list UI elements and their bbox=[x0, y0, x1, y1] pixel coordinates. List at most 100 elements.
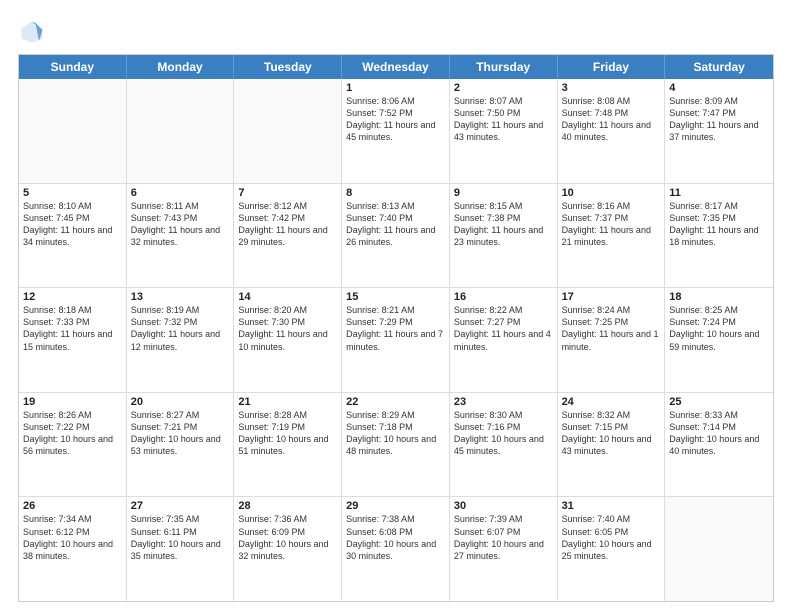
day-number: 12 bbox=[23, 291, 122, 303]
day-number: 31 bbox=[562, 500, 661, 512]
day-number: 13 bbox=[131, 291, 230, 303]
calendar-cell-8: 8Sunrise: 8:13 AM Sunset: 7:40 PM Daylig… bbox=[342, 184, 450, 288]
cell-info: Sunrise: 7:34 AM Sunset: 6:12 PM Dayligh… bbox=[23, 513, 122, 562]
calendar-cell-24: 24Sunrise: 8:32 AM Sunset: 7:15 PM Dayli… bbox=[558, 393, 666, 497]
calendar-cell-13: 13Sunrise: 8:19 AM Sunset: 7:32 PM Dayli… bbox=[127, 288, 235, 392]
day-number: 3 bbox=[562, 82, 661, 94]
calendar-cell-11: 11Sunrise: 8:17 AM Sunset: 7:35 PM Dayli… bbox=[665, 184, 773, 288]
cell-info: Sunrise: 8:18 AM Sunset: 7:33 PM Dayligh… bbox=[23, 304, 122, 353]
day-number: 20 bbox=[131, 396, 230, 408]
calendar-cell-9: 9Sunrise: 8:15 AM Sunset: 7:38 PM Daylig… bbox=[450, 184, 558, 288]
cell-info: Sunrise: 8:27 AM Sunset: 7:21 PM Dayligh… bbox=[131, 409, 230, 458]
calendar-cell-28: 28Sunrise: 7:36 AM Sunset: 6:09 PM Dayli… bbox=[234, 497, 342, 601]
cell-info: Sunrise: 8:29 AM Sunset: 7:18 PM Dayligh… bbox=[346, 409, 445, 458]
cell-info: Sunrise: 8:19 AM Sunset: 7:32 PM Dayligh… bbox=[131, 304, 230, 353]
calendar-cell-22: 22Sunrise: 8:29 AM Sunset: 7:18 PM Dayli… bbox=[342, 393, 450, 497]
day-number: 16 bbox=[454, 291, 553, 303]
cell-info: Sunrise: 8:28 AM Sunset: 7:19 PM Dayligh… bbox=[238, 409, 337, 458]
day-number: 4 bbox=[669, 82, 769, 94]
calendar-cell-27: 27Sunrise: 7:35 AM Sunset: 6:11 PM Dayli… bbox=[127, 497, 235, 601]
cell-info: Sunrise: 8:07 AM Sunset: 7:50 PM Dayligh… bbox=[454, 95, 553, 144]
day-number: 10 bbox=[562, 187, 661, 199]
cell-info: Sunrise: 8:10 AM Sunset: 7:45 PM Dayligh… bbox=[23, 200, 122, 249]
calendar-cell-3: 3Sunrise: 8:08 AM Sunset: 7:48 PM Daylig… bbox=[558, 79, 666, 183]
calendar-cell-2: 2Sunrise: 8:07 AM Sunset: 7:50 PM Daylig… bbox=[450, 79, 558, 183]
cell-info: Sunrise: 8:12 AM Sunset: 7:42 PM Dayligh… bbox=[238, 200, 337, 249]
header bbox=[18, 18, 774, 46]
day-number: 18 bbox=[669, 291, 769, 303]
cell-info: Sunrise: 7:35 AM Sunset: 6:11 PM Dayligh… bbox=[131, 513, 230, 562]
day-number: 30 bbox=[454, 500, 553, 512]
calendar-cell-25: 25Sunrise: 8:33 AM Sunset: 7:14 PM Dayli… bbox=[665, 393, 773, 497]
cell-info: Sunrise: 8:25 AM Sunset: 7:24 PM Dayligh… bbox=[669, 304, 769, 353]
calendar-cell-31: 31Sunrise: 7:40 AM Sunset: 6:05 PM Dayli… bbox=[558, 497, 666, 601]
day-number: 5 bbox=[23, 187, 122, 199]
calendar-cell-empty-0-1 bbox=[127, 79, 235, 183]
day-number: 25 bbox=[669, 396, 769, 408]
logo-icon bbox=[18, 18, 46, 46]
day-number: 9 bbox=[454, 187, 553, 199]
day-number: 29 bbox=[346, 500, 445, 512]
calendar-header: SundayMondayTuesdayWednesdayThursdayFrid… bbox=[19, 55, 773, 79]
day-number: 24 bbox=[562, 396, 661, 408]
day-number: 21 bbox=[238, 396, 337, 408]
cell-info: Sunrise: 8:24 AM Sunset: 7:25 PM Dayligh… bbox=[562, 304, 661, 353]
cell-info: Sunrise: 8:20 AM Sunset: 7:30 PM Dayligh… bbox=[238, 304, 337, 353]
calendar-cell-20: 20Sunrise: 8:27 AM Sunset: 7:21 PM Dayli… bbox=[127, 393, 235, 497]
cell-info: Sunrise: 8:32 AM Sunset: 7:15 PM Dayligh… bbox=[562, 409, 661, 458]
calendar-row-1: 5Sunrise: 8:10 AM Sunset: 7:45 PM Daylig… bbox=[19, 184, 773, 289]
calendar-row-3: 19Sunrise: 8:26 AM Sunset: 7:22 PM Dayli… bbox=[19, 393, 773, 498]
weekday-header-thursday: Thursday bbox=[450, 55, 558, 79]
cell-info: Sunrise: 7:36 AM Sunset: 6:09 PM Dayligh… bbox=[238, 513, 337, 562]
calendar-cell-29: 29Sunrise: 7:38 AM Sunset: 6:08 PM Dayli… bbox=[342, 497, 450, 601]
calendar-row-4: 26Sunrise: 7:34 AM Sunset: 6:12 PM Dayli… bbox=[19, 497, 773, 601]
calendar-cell-26: 26Sunrise: 7:34 AM Sunset: 6:12 PM Dayli… bbox=[19, 497, 127, 601]
calendar-row-0: 1Sunrise: 8:06 AM Sunset: 7:52 PM Daylig… bbox=[19, 79, 773, 184]
weekday-header-tuesday: Tuesday bbox=[234, 55, 342, 79]
calendar-cell-15: 15Sunrise: 8:21 AM Sunset: 7:29 PM Dayli… bbox=[342, 288, 450, 392]
cell-info: Sunrise: 7:38 AM Sunset: 6:08 PM Dayligh… bbox=[346, 513, 445, 562]
cell-info: Sunrise: 8:16 AM Sunset: 7:37 PM Dayligh… bbox=[562, 200, 661, 249]
calendar-cell-16: 16Sunrise: 8:22 AM Sunset: 7:27 PM Dayli… bbox=[450, 288, 558, 392]
logo bbox=[18, 18, 50, 46]
cell-info: Sunrise: 8:26 AM Sunset: 7:22 PM Dayligh… bbox=[23, 409, 122, 458]
cell-info: Sunrise: 8:33 AM Sunset: 7:14 PM Dayligh… bbox=[669, 409, 769, 458]
cell-info: Sunrise: 8:09 AM Sunset: 7:47 PM Dayligh… bbox=[669, 95, 769, 144]
day-number: 7 bbox=[238, 187, 337, 199]
day-number: 28 bbox=[238, 500, 337, 512]
calendar-cell-30: 30Sunrise: 7:39 AM Sunset: 6:07 PM Dayli… bbox=[450, 497, 558, 601]
day-number: 22 bbox=[346, 396, 445, 408]
calendar: SundayMondayTuesdayWednesdayThursdayFrid… bbox=[18, 54, 774, 602]
cell-info: Sunrise: 8:17 AM Sunset: 7:35 PM Dayligh… bbox=[669, 200, 769, 249]
cell-info: Sunrise: 8:15 AM Sunset: 7:38 PM Dayligh… bbox=[454, 200, 553, 249]
cell-info: Sunrise: 7:39 AM Sunset: 6:07 PM Dayligh… bbox=[454, 513, 553, 562]
calendar-cell-empty-0-2 bbox=[234, 79, 342, 183]
day-number: 17 bbox=[562, 291, 661, 303]
day-number: 14 bbox=[238, 291, 337, 303]
cell-info: Sunrise: 8:30 AM Sunset: 7:16 PM Dayligh… bbox=[454, 409, 553, 458]
day-number: 23 bbox=[454, 396, 553, 408]
calendar-row-2: 12Sunrise: 8:18 AM Sunset: 7:33 PM Dayli… bbox=[19, 288, 773, 393]
calendar-cell-17: 17Sunrise: 8:24 AM Sunset: 7:25 PM Dayli… bbox=[558, 288, 666, 392]
calendar-cell-7: 7Sunrise: 8:12 AM Sunset: 7:42 PM Daylig… bbox=[234, 184, 342, 288]
calendar-cell-18: 18Sunrise: 8:25 AM Sunset: 7:24 PM Dayli… bbox=[665, 288, 773, 392]
weekday-header-sunday: Sunday bbox=[19, 55, 127, 79]
day-number: 1 bbox=[346, 82, 445, 94]
cell-info: Sunrise: 8:06 AM Sunset: 7:52 PM Dayligh… bbox=[346, 95, 445, 144]
day-number: 6 bbox=[131, 187, 230, 199]
calendar-cell-19: 19Sunrise: 8:26 AM Sunset: 7:22 PM Dayli… bbox=[19, 393, 127, 497]
cell-info: Sunrise: 8:11 AM Sunset: 7:43 PM Dayligh… bbox=[131, 200, 230, 249]
weekday-header-wednesday: Wednesday bbox=[342, 55, 450, 79]
cell-info: Sunrise: 8:21 AM Sunset: 7:29 PM Dayligh… bbox=[346, 304, 445, 353]
calendar-cell-10: 10Sunrise: 8:16 AM Sunset: 7:37 PM Dayli… bbox=[558, 184, 666, 288]
calendar-cell-23: 23Sunrise: 8:30 AM Sunset: 7:16 PM Dayli… bbox=[450, 393, 558, 497]
cell-info: Sunrise: 7:40 AM Sunset: 6:05 PM Dayligh… bbox=[562, 513, 661, 562]
day-number: 19 bbox=[23, 396, 122, 408]
weekday-header-friday: Friday bbox=[558, 55, 666, 79]
day-number: 26 bbox=[23, 500, 122, 512]
day-number: 8 bbox=[346, 187, 445, 199]
day-number: 2 bbox=[454, 82, 553, 94]
day-number: 11 bbox=[669, 187, 769, 199]
cell-info: Sunrise: 8:13 AM Sunset: 7:40 PM Dayligh… bbox=[346, 200, 445, 249]
weekday-header-monday: Monday bbox=[127, 55, 235, 79]
